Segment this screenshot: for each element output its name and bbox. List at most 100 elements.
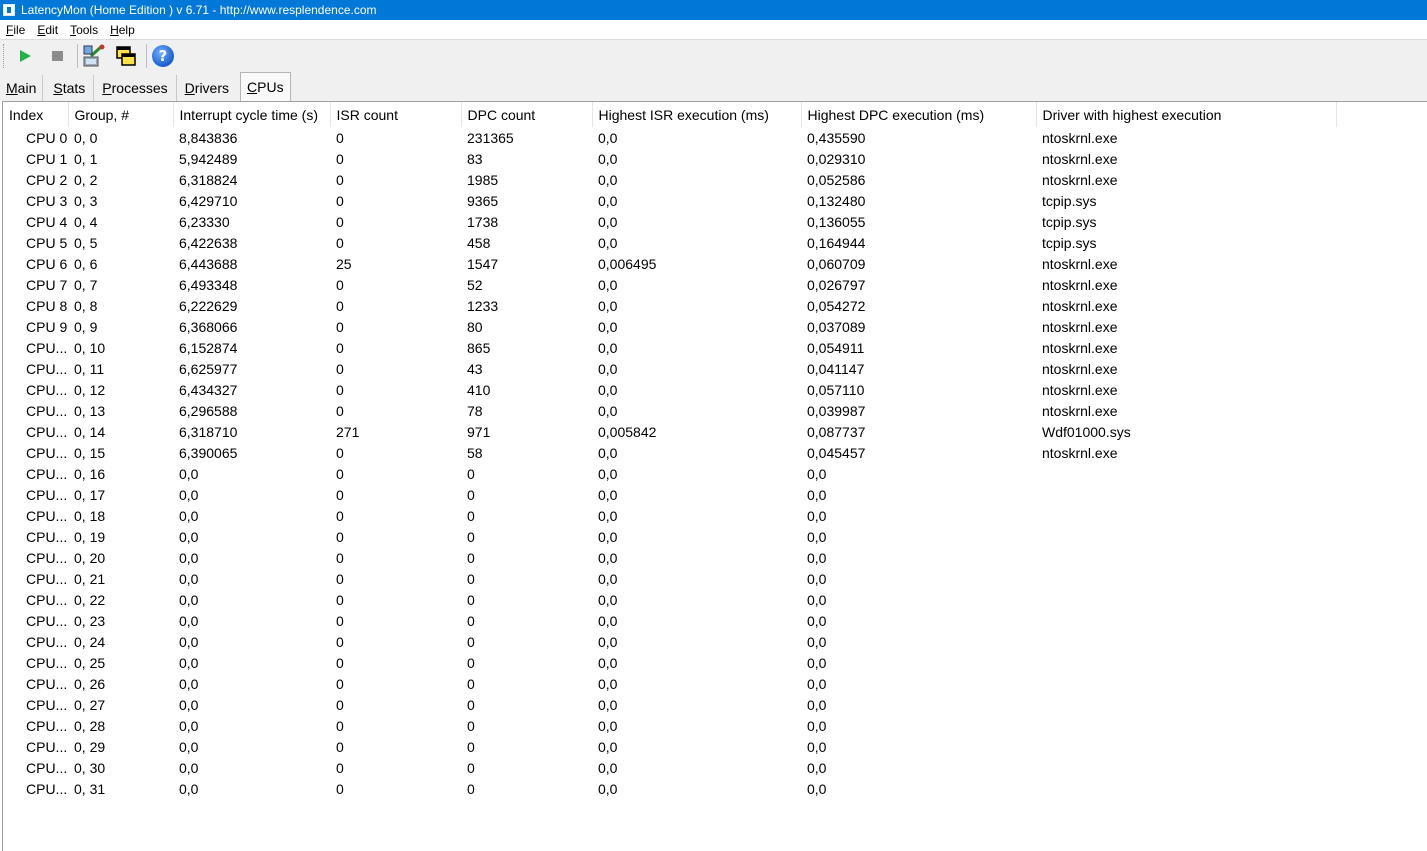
- windows-icon: [116, 45, 136, 66]
- column-header-index[interactable]: Index: [3, 102, 69, 127]
- cell-driver: [1036, 694, 1336, 715]
- cell-isr-count: 0: [336, 465, 344, 482]
- cell-driver: [1036, 673, 1336, 694]
- menu-edit[interactable]: Edit: [32, 23, 63, 37]
- menu-file[interactable]: File: [6, 23, 30, 37]
- cell-dpc-count: 0: [467, 654, 475, 671]
- start-monitor-button[interactable]: [13, 44, 37, 68]
- column-header-highest-dpc[interactable]: Highest DPC execution (ms): [801, 102, 1037, 127]
- tab-processes[interactable]: Processes: [94, 75, 177, 101]
- table-row[interactable]: CPU... 0, 26 0,0 0 0 0,0 0,0: [3, 673, 1336, 694]
- driver-analysis-button[interactable]: [82, 44, 106, 68]
- table-row[interactable]: CPU... 0, 25 0,0 0 0 0,0 0,0: [3, 652, 1336, 673]
- table-row[interactable]: CPU 3 0, 3 6,429710 0 9365 0,0 0,132480 tcpip.s…: [3, 190, 1336, 211]
- table-row[interactable]: CPU 9 0, 9 6,368066 0 80 0,0 0,037089 ntoskrnl.…: [3, 316, 1336, 337]
- table-row[interactable]: CPU... 0, 14 6,318710 271 971 0,005842 0,08773…: [3, 421, 1336, 442]
- column-header-interrupt-cycle-time[interactable]: Interrupt cycle time (s): [173, 102, 331, 127]
- cell-dpc-count: 80: [467, 318, 483, 335]
- column-header-dpc-count[interactable]: DPC count: [461, 102, 593, 127]
- table-row[interactable]: CPU... 0, 21 0,0 0 0 0,0 0,0: [3, 568, 1336, 589]
- table-row[interactable]: CPU... 0, 19 0,0 0 0 0,0 0,0: [3, 526, 1336, 547]
- cell-interrupt-cycle-time: 6,390065: [179, 444, 238, 461]
- cell-highest-dpc: 0,041147: [807, 360, 865, 377]
- cell-interrupt-cycle-time: 0,0: [179, 633, 199, 650]
- table-row[interactable]: CPU... 0, 31 0,0 0 0 0,0 0,0: [3, 778, 1336, 799]
- cell-interrupt-cycle-time: 0,0: [179, 675, 199, 692]
- cell-isr-count: 0: [336, 675, 344, 692]
- cell-highest-isr: 0,0: [598, 696, 618, 713]
- table-row[interactable]: CPU... 0, 24 0,0 0 0 0,0 0,0: [3, 631, 1336, 652]
- help-icon: ?: [152, 44, 174, 67]
- table-row[interactable]: CPU... 0, 23 0,0 0 0 0,0 0,0: [3, 610, 1336, 631]
- table-row[interactable]: CPU 4 0, 4 6,23330 0 1738 0,0 0,136055 tcpip.sy…: [3, 211, 1336, 232]
- cpu-list-view[interactable]: Index Group, # Interrupt cycle time (s) …: [2, 101, 1427, 851]
- tab-stats[interactable]: Stats: [43, 75, 95, 101]
- column-header-driver[interactable]: Driver with highest execution: [1036, 102, 1337, 127]
- table-row[interactable]: CPU... 0, 18 0,0 0 0 0,0 0,0: [3, 505, 1336, 526]
- table-row[interactable]: CPU 8 0, 8 6,222629 0 1233 0,0 0,054272 ntoskrn…: [3, 295, 1336, 316]
- table-row[interactable]: CPU 6 0, 6 6,443688 25 1547 0,006495 0,060709 n…: [3, 253, 1336, 274]
- cell-highest-dpc: 0,435590: [807, 129, 866, 146]
- cell-isr-count: 0: [336, 402, 344, 419]
- menu-help[interactable]: Help: [105, 23, 140, 37]
- column-header-isr-count[interactable]: ISR count: [330, 102, 462, 127]
- cell-dpc-count: 83: [467, 150, 483, 167]
- cell-dpc-count: 1985: [467, 171, 499, 188]
- cell-group: 0, 21: [74, 570, 106, 587]
- column-header-group[interactable]: Group, #: [68, 102, 174, 127]
- cell-index: CPU...: [26, 423, 68, 440]
- table-row[interactable]: CPU 2 0, 2 6,318824 0 1985 0,0 0,052586 ntoskrn…: [3, 169, 1336, 190]
- tab-main[interactable]: Main: [0, 75, 44, 101]
- cell-highest-isr: 0,0: [598, 402, 618, 419]
- tab-cpus[interactable]: CPUs: [240, 72, 291, 101]
- cell-interrupt-cycle-time: 0,0: [179, 759, 199, 776]
- cell-group: 0, 22: [74, 591, 106, 608]
- table-row[interactable]: CPU... 0, 16 0,0 0 0 0,0 0,0: [3, 463, 1336, 484]
- table-row[interactable]: CPU... 0, 27 0,0 0 0 0,0 0,0: [3, 694, 1336, 715]
- cell-driver: [1036, 610, 1336, 631]
- table-row[interactable]: CPU... 0, 29 0,0 0 0 0,0 0,0: [3, 736, 1336, 757]
- table-row[interactable]: CPU... 0, 30 0,0 0 0 0,0 0,0: [3, 757, 1336, 778]
- cell-isr-count: 0: [336, 171, 344, 188]
- cell-isr-count: 0: [336, 549, 344, 566]
- table-row[interactable]: CPU... 0, 17 0,0 0 0 0,0 0,0: [3, 484, 1336, 505]
- cell-dpc-count: 0: [467, 465, 475, 482]
- table-row[interactable]: CPU... 0, 13 6,296588 0 78 0,0 0,039987 ntoskrn…: [3, 400, 1336, 421]
- table-row[interactable]: CPU... 0, 11 6,625977 0 43 0,0 0,041147 ntoskrn…: [3, 358, 1336, 379]
- menu-tools[interactable]: Tools: [65, 23, 103, 37]
- cell-group: 0, 2: [74, 171, 98, 188]
- table-row[interactable]: CPU... 0, 10 6,152874 0 865 0,0 0,054911 ntoskr…: [3, 337, 1336, 358]
- cell-driver: tcpip.sys: [1042, 192, 1097, 209]
- cell-dpc-count: 0: [467, 675, 475, 692]
- cell-driver: ntoskrnl.exe: [1042, 339, 1118, 356]
- table-row[interactable]: CPU... 0, 15 6,390065 0 58 0,0 0,045457 ntoskrn…: [3, 442, 1336, 463]
- table-row[interactable]: CPU... 0, 28 0,0 0 0 0,0 0,0: [3, 715, 1336, 736]
- cell-dpc-count: 0: [467, 486, 475, 503]
- cell-isr-count: 0: [336, 759, 344, 776]
- cell-group: 0, 12: [74, 381, 106, 398]
- toolbar-grip[interactable]: [3, 43, 7, 68]
- table-row[interactable]: CPU 0 0, 0 8,843836 0 231365 0,0 0,435590 ntosk…: [3, 127, 1336, 148]
- cell-dpc-count: 231365: [467, 129, 514, 146]
- windows-button[interactable]: [114, 44, 138, 68]
- cell-highest-isr: 0,0: [598, 675, 618, 692]
- cell-driver: Wdf01000.sys: [1042, 423, 1131, 440]
- cell-driver: [1036, 715, 1336, 736]
- column-header-highest-isr[interactable]: Highest ISR execution (ms): [592, 102, 802, 127]
- help-button[interactable]: ?: [151, 44, 175, 68]
- cell-highest-isr: 0,0: [598, 738, 618, 755]
- table-row[interactable]: CPU 5 0, 5 6,422638 0 458 0,0 0,164944 tcpip.sy…: [3, 232, 1336, 253]
- cell-dpc-count: 1233: [467, 297, 499, 314]
- cell-group: 0, 11: [74, 360, 105, 377]
- stop-monitor-button[interactable]: [45, 44, 69, 68]
- tab-drivers[interactable]: Drivers: [177, 75, 237, 101]
- cell-interrupt-cycle-time: 6,429710: [179, 192, 238, 209]
- cell-highest-dpc: 0,136055: [807, 213, 866, 230]
- table-row[interactable]: CPU... 0, 12 6,434327 0 410 0,0 0,057110 ntoskr…: [3, 379, 1336, 400]
- cell-driver: [1036, 463, 1336, 484]
- table-row[interactable]: CPU... 0, 20 0,0 0 0 0,0 0,0: [3, 547, 1336, 568]
- table-row[interactable]: CPU 7 0, 7 6,493348 0 52 0,0 0,026797 ntoskrnl.…: [3, 274, 1336, 295]
- table-row[interactable]: CPU... 0, 22 0,0 0 0 0,0 0,0: [3, 589, 1336, 610]
- cell-interrupt-cycle-time: 6,368066: [179, 318, 238, 335]
- table-row[interactable]: CPU 1 0, 1 5,942489 0 83 0,0 0,029310 ntoskrnl.…: [3, 148, 1336, 169]
